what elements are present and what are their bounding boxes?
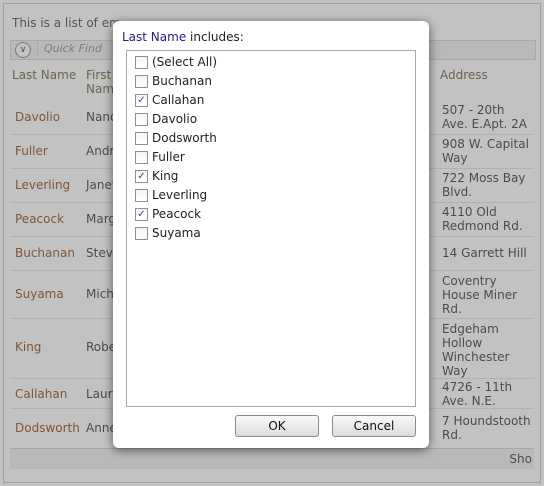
checkbox[interactable]	[135, 227, 148, 240]
dialog-title: Last Name includes:	[122, 30, 244, 44]
checkbox[interactable]	[135, 75, 148, 88]
ok-button[interactable]: OK	[235, 415, 319, 437]
option-label: King	[152, 169, 179, 183]
option-label: Peacock	[152, 207, 202, 221]
filter-dialog: Last Name includes: (Select All) Buchana…	[113, 21, 429, 448]
option-label: Fuller	[152, 150, 185, 164]
option-label: Suyama	[152, 226, 201, 240]
cancel-button[interactable]: Cancel	[332, 415, 416, 437]
checkbox[interactable]	[135, 151, 148, 164]
dialog-field-name: Last Name	[122, 30, 187, 44]
checkmark-icon[interactable]: ✓	[135, 208, 148, 221]
checkmark-icon[interactable]: ✓	[135, 94, 148, 107]
dialog-title-suffix: includes:	[186, 30, 244, 44]
checkbox[interactable]	[135, 132, 148, 145]
filter-options-list[interactable]: (Select All) Buchanan ✓ Callahan Davolio …	[126, 50, 416, 407]
option-label: Dodsworth	[152, 131, 217, 145]
option-label: Davolio	[152, 112, 198, 126]
checkbox[interactable]	[135, 56, 148, 69]
checkbox[interactable]	[135, 189, 148, 202]
checkbox[interactable]	[135, 113, 148, 126]
option-label: (Select All)	[152, 55, 218, 69]
option-label: Buchanan	[152, 74, 212, 88]
checkmark-icon[interactable]: ✓	[135, 170, 148, 183]
option-label: Callahan	[152, 93, 205, 107]
option-label: Leverling	[152, 188, 208, 202]
